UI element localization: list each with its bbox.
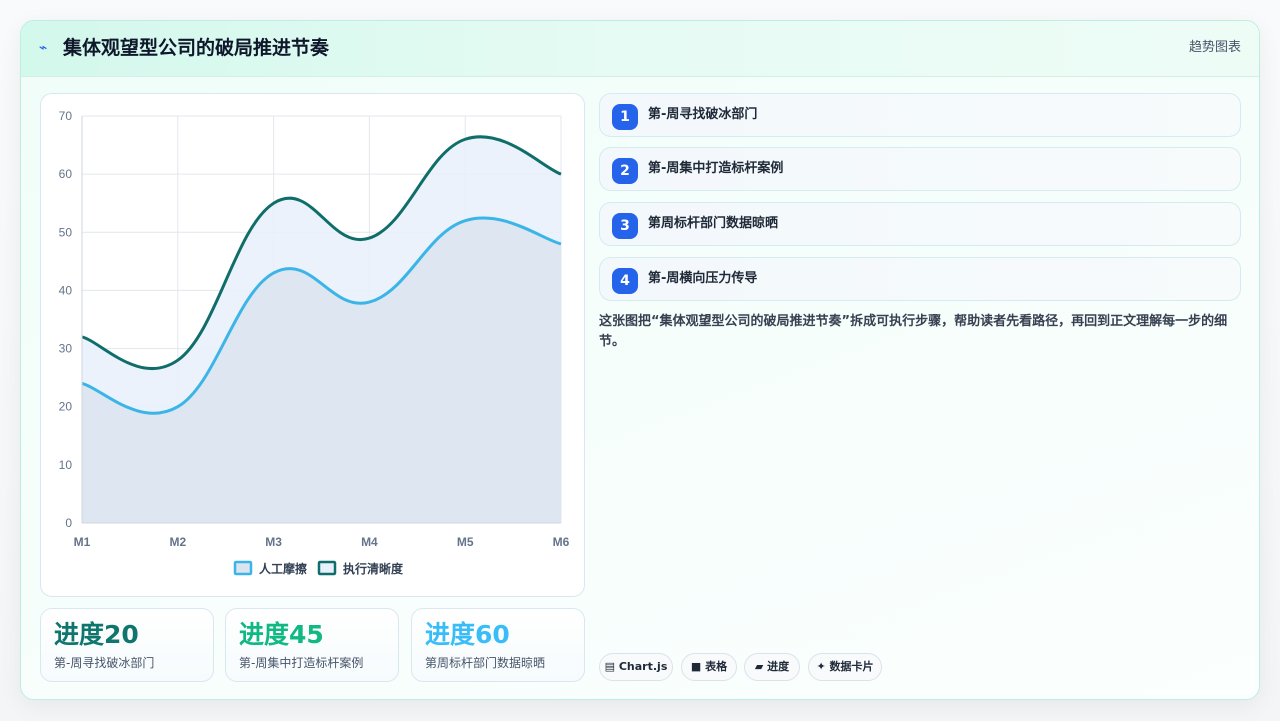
y-tick-label: 0: [65, 516, 72, 530]
step-number: 4: [612, 268, 638, 294]
y-tick-label: 30: [59, 342, 73, 356]
x-tick-label: M4: [361, 535, 378, 549]
chart-card: ⌁ 集体观望型公司的破局推进节奏 趋势图表 0 10 20 30 40 50 60 70 M1 M…: [20, 20, 1260, 700]
card-header: ⌁ 集体观望型公司的破局推进节奏 趋势图表: [21, 21, 1259, 77]
tag-chartjs[interactable]: ▤ Chart.js: [599, 653, 673, 681]
y-tick-label: 70: [59, 109, 73, 123]
page: ⌁ 集体观望型公司的破局推进节奏 趋势图表 0 10 20 30 40 50 60 70 M1 M…: [0, 0, 1280, 721]
y-tick-label: 10: [59, 458, 73, 472]
tag-label: Chart.js: [618, 660, 668, 673]
step-label: 第周标杆部门数据晾晒: [648, 216, 779, 231]
tag-table[interactable]: ■ 表格: [681, 653, 737, 681]
legend-label: 人工摩擦: [259, 561, 307, 576]
step-number: 1: [612, 104, 638, 130]
stat-value: 进度60: [425, 620, 510, 649]
step-item-2: 2 第-周集中打造标杆案例: [599, 147, 1241, 191]
stat-value: 进度45: [239, 620, 324, 649]
step-label: 第-周横向压力传导: [648, 271, 758, 286]
stat-label: 第-周寻找破冰部门: [54, 656, 155, 670]
step-item-3: 3 第周标杆部门数据晾晒: [599, 202, 1241, 246]
step-label: 第-周集中打造标杆案例: [648, 161, 784, 176]
card-icon: ✦: [816, 660, 826, 673]
step-number: 3: [612, 213, 638, 239]
stat-card-2: 进度45 第-周集中打造标杆案例: [225, 608, 399, 682]
x-tick-label: M6: [553, 535, 570, 549]
progress-icon: ▰: [754, 660, 764, 673]
tag-progress[interactable]: ▰ 进度: [744, 653, 800, 681]
y-tick-label: 50: [59, 225, 73, 239]
tag-data-card[interactable]: ✦ 数据卡片: [808, 653, 882, 681]
y-tick-label: 20: [59, 400, 73, 414]
tag-label: 数据卡片: [829, 660, 874, 673]
legend-label: 执行清晰度: [343, 561, 404, 576]
stat-value: 进度20: [54, 620, 139, 649]
y-tick-label: 60: [59, 167, 73, 181]
x-tick-label: M1: [74, 535, 91, 549]
x-tick-label: M2: [169, 535, 186, 549]
tag-label: 表格: [705, 660, 728, 673]
tag-label: 进度: [767, 660, 790, 673]
x-tick-label: M5: [457, 535, 474, 549]
trend-icon: ⌁: [39, 40, 48, 56]
chart-description: 这张图把“集体观望型公司的破局推进节奏”拆成可执行步骤，帮助读者先看路径，再回到…: [599, 314, 1228, 349]
stat-label: 第周标杆部门数据晾晒: [425, 656, 546, 670]
legend-swatch: [233, 560, 253, 576]
legend-swatch: [317, 560, 337, 576]
step-item-1: 1 第-周寻找破冰部门: [599, 93, 1241, 137]
chart-icon: ▤: [604, 660, 616, 673]
stat-card-3: 进度60 第周标杆部门数据晾晒: [411, 608, 585, 682]
step-number: 2: [612, 158, 638, 184]
chart-panel: 0 10 20 30 40 50 60 70 M1 M2 M3 M4 M5 M6 人工摩擦 执行清晰度: [40, 93, 585, 597]
area-chart: 0 10 20 30 40 50 60 70 M1 M2 M3 M4 M5 M6 人工摩擦 执行清晰度: [59, 109, 570, 576]
step-label: 第-周寻找破冰部门: [648, 107, 758, 122]
table-icon: ■: [690, 660, 702, 673]
header-label: 趋势图表: [1188, 40, 1241, 55]
step-item-4: 4 第-周横向压力传导: [599, 257, 1241, 301]
x-tick-label: M3: [265, 535, 282, 549]
y-tick-label: 40: [59, 283, 73, 297]
stat-card-1: 进度20 第-周寻找破冰部门: [40, 608, 214, 682]
page-title: 集体观望型公司的破局推进节奏: [63, 37, 330, 59]
stat-label: 第-周集中打造标杆案例: [239, 656, 364, 670]
